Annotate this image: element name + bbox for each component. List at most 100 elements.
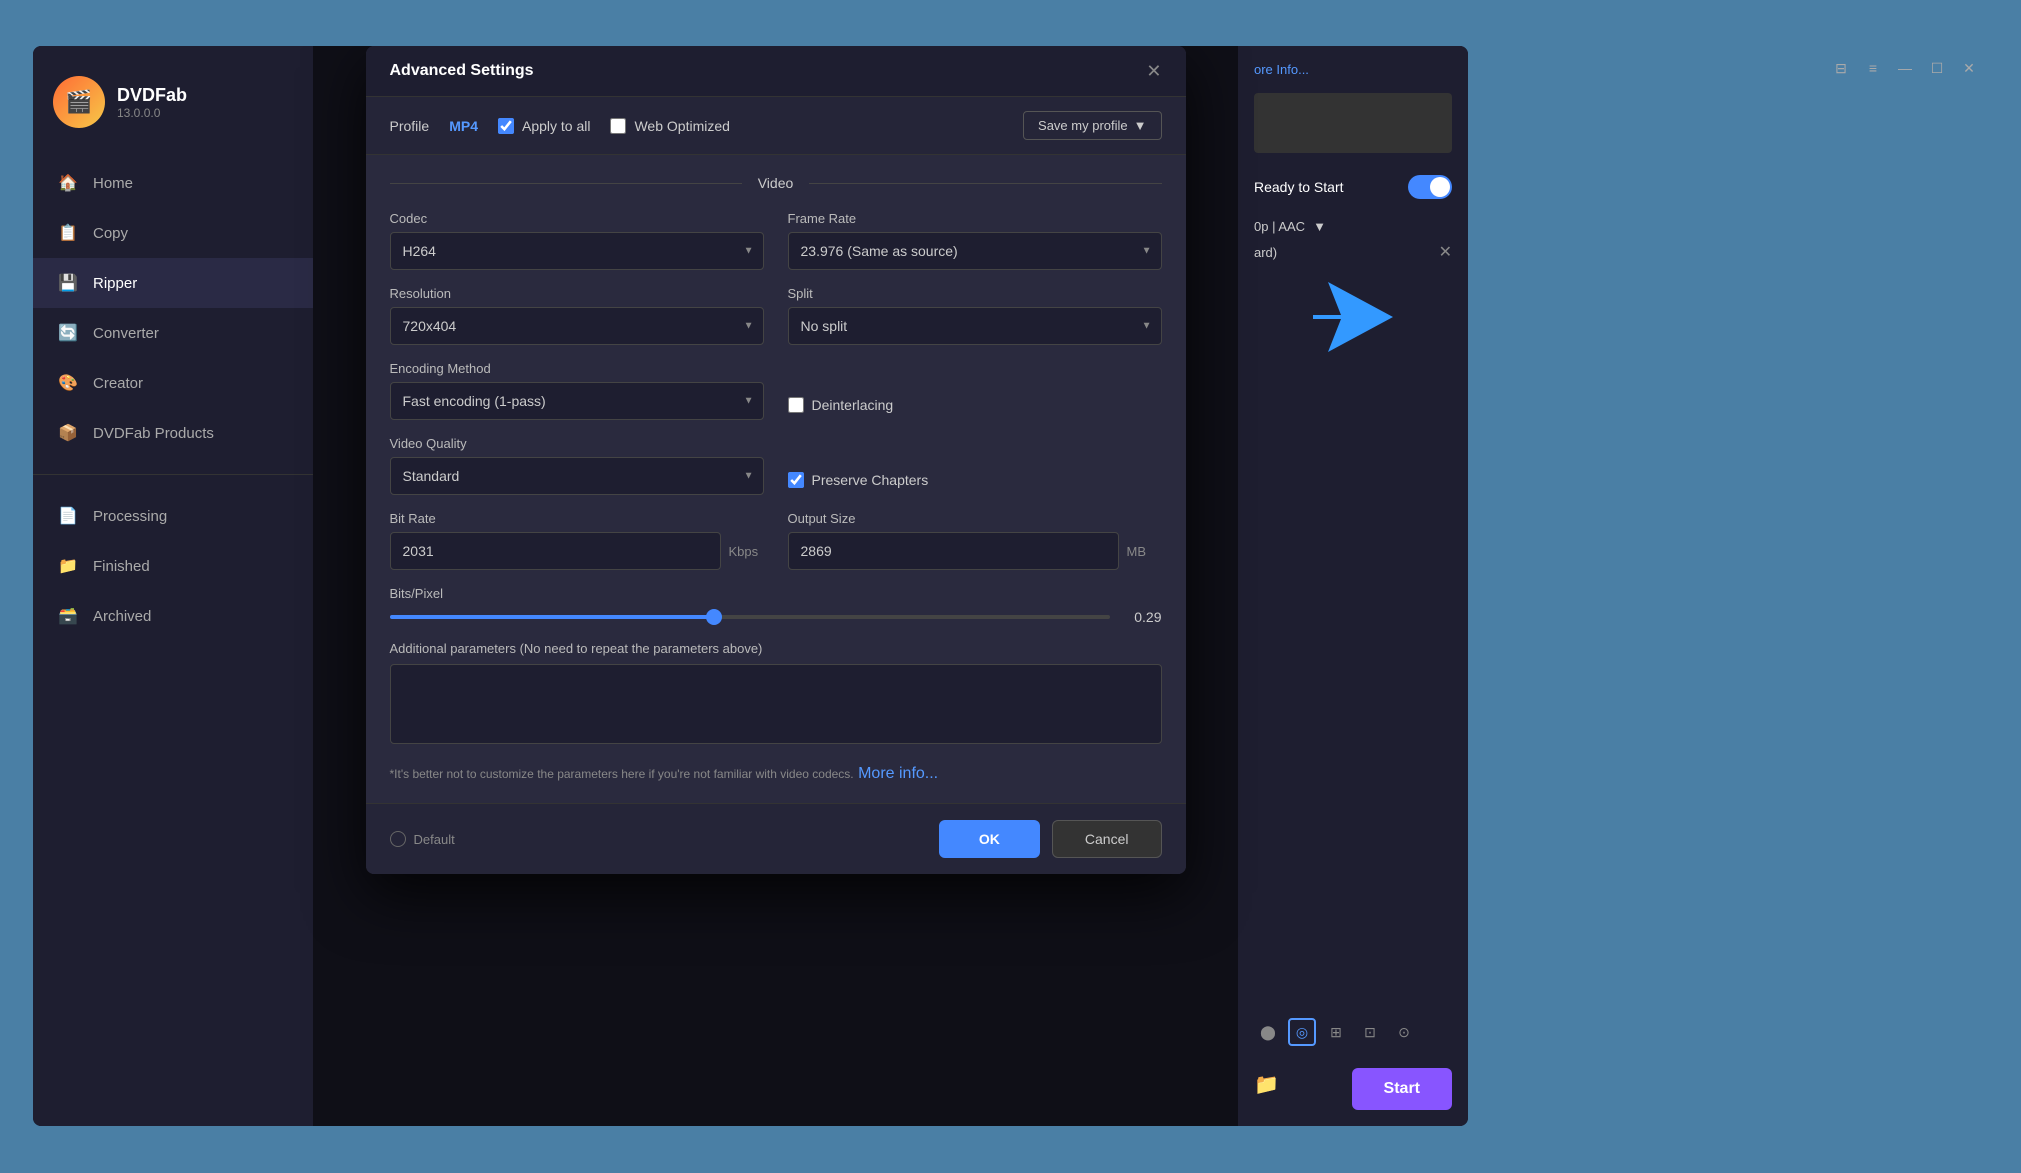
- more-info-link[interactable]: More info...: [858, 765, 938, 782]
- encoding-method-select-wrapper: Fast encoding (1-pass) High quality (2-p…: [390, 382, 764, 420]
- bit-rate-input-group: Kbps: [390, 532, 764, 570]
- right-panel: ore Info... Ready to Start 0p | AAC ▼ ar…: [1238, 46, 1468, 1126]
- settings-icon-tool[interactable]: ⊙: [1390, 1018, 1418, 1046]
- profile-label: Profile: [390, 118, 430, 134]
- sidebar-item-label-copy: Copy: [93, 225, 128, 242]
- profile-dropdown-icon[interactable]: ▼: [1313, 219, 1326, 234]
- taskbar-button[interactable]: ⊟: [1829, 56, 1853, 80]
- web-optimized-label[interactable]: Web Optimized: [634, 118, 729, 134]
- web-optimized-group: Web Optimized: [610, 118, 729, 134]
- sidebar-item-ripper[interactable]: 💾 Ripper: [33, 258, 313, 308]
- output-size-unit: MB: [1127, 544, 1162, 559]
- ready-to-start-toggle[interactable]: [1408, 175, 1452, 199]
- video-quality-label: Video Quality: [390, 436, 764, 451]
- icon-toolbar: ⬤ ◎ ⊞ ⊡ ⊙: [1254, 1018, 1452, 1046]
- record-icon-tool[interactable]: ⬤: [1254, 1018, 1282, 1046]
- archived-icon: 🗃️: [57, 605, 79, 627]
- bits-pixel-slider-row: 0.29: [390, 609, 1162, 625]
- bits-pixel-slider[interactable]: [390, 615, 1110, 619]
- home-icon: 🏠: [57, 172, 79, 194]
- advanced-settings-dialog: Advanced Settings ✕ Profile MP4 Apply to…: [366, 46, 1186, 874]
- web-optimized-checkbox[interactable]: [610, 118, 626, 134]
- deinterlacing-label[interactable]: Deinterlacing: [812, 397, 894, 413]
- video-quality-field: Video Quality Standard High Low: [390, 436, 764, 495]
- sidebar-item-home[interactable]: 🏠 Home: [33, 158, 313, 208]
- preserve-chapters-label[interactable]: Preserve Chapters: [812, 472, 929, 488]
- sidebar-item-dvdfab-products[interactable]: 📦 DVDFab Products: [33, 408, 313, 458]
- more-info-panel-link[interactable]: ore Info...: [1254, 62, 1452, 77]
- sidebar: 🎬 DVDFab 13.0.0.0 🏠 Home 📋 Copy 💾 Ripper…: [33, 46, 313, 1126]
- resolution-split-row: Resolution 720x404 1280x720 1920x1080: [390, 286, 1162, 345]
- maximize-button[interactable]: ☐: [1925, 56, 1949, 80]
- frame-rate-field: Frame Rate 23.976 (Same as source) 24 25…: [788, 211, 1162, 270]
- default-button[interactable]: Default: [390, 831, 455, 847]
- info-text-static: *It's better not to customize the parame…: [390, 767, 854, 781]
- save-profile-dropdown-icon: ▼: [1134, 118, 1147, 133]
- sidebar-item-archived[interactable]: 🗃️ Archived: [33, 591, 313, 641]
- save-profile-label: Save my profile: [1038, 118, 1128, 133]
- sidebar-item-label-processing: Processing: [93, 508, 167, 525]
- sidebar-item-label-finished: Finished: [93, 558, 150, 575]
- save-profile-button[interactable]: Save my profile ▼: [1023, 111, 1161, 140]
- sidebar-item-creator[interactable]: 🎨 Creator: [33, 358, 313, 408]
- bit-rate-unit: Kbps: [729, 544, 764, 559]
- frame-rate-select-wrapper: 23.976 (Same as source) 24 25 30: [788, 232, 1162, 270]
- output-size-input[interactable]: [788, 532, 1119, 570]
- dialog-title: Advanced Settings: [390, 62, 534, 80]
- cancel-button[interactable]: Cancel: [1052, 820, 1162, 858]
- sidebar-item-converter[interactable]: 🔄 Converter: [33, 308, 313, 358]
- processing-icon: 📄: [57, 505, 79, 527]
- video-quality-select[interactable]: Standard High Low: [390, 457, 764, 495]
- bottom-controls: ⬤ ◎ ⊞ ⊡ ⊙ 📁 Start: [1254, 1018, 1452, 1110]
- video-section-label: Video: [742, 175, 810, 191]
- logo-area: 🎬 DVDFab 13.0.0.0: [33, 66, 313, 158]
- more-info-panel-label: ore Info...: [1254, 62, 1309, 77]
- encoding-display: ard): [1254, 245, 1277, 260]
- sidebar-item-label-ripper: Ripper: [93, 275, 137, 292]
- folder-button[interactable]: 📁: [1254, 1072, 1279, 1097]
- frame-rate-label: Frame Rate: [788, 211, 1162, 226]
- divider-right: [809, 183, 1161, 184]
- deinterlacing-checkbox[interactable]: [788, 397, 804, 413]
- encoding-close-button[interactable]: ✕: [1439, 242, 1452, 262]
- sidebar-item-label-archived: Archived: [93, 608, 151, 625]
- quality-chapters-row: Video Quality Standard High Low: [390, 436, 1162, 495]
- bit-rate-input[interactable]: [390, 532, 721, 570]
- codec-select[interactable]: H264 H265 MPEG4: [390, 232, 764, 270]
- preserve-chapters-checkbox[interactable]: [788, 472, 804, 488]
- preserve-chapters-field: Preserve Chapters: [788, 436, 1162, 495]
- sidebar-item-copy[interactable]: 📋 Copy: [33, 208, 313, 258]
- video-thumbnail: [1254, 93, 1452, 153]
- modal-overlay: Advanced Settings ✕ Profile MP4 Apply to…: [313, 46, 1238, 1126]
- split-select-wrapper: No split By size By time: [788, 307, 1162, 345]
- additional-params-section: Additional parameters (No need to repeat…: [390, 641, 1162, 749]
- additional-params-textarea[interactable]: [390, 664, 1162, 744]
- minimize-button[interactable]: —: [1893, 56, 1917, 80]
- encoding-method-select[interactable]: Fast encoding (1-pass) High quality (2-p…: [390, 382, 764, 420]
- menu-button[interactable]: ≡: [1861, 56, 1885, 80]
- apply-to-all-label[interactable]: Apply to all: [522, 118, 590, 134]
- chapters2-icon-tool[interactable]: ⊡: [1356, 1018, 1384, 1046]
- apply-to-all-group: Apply to all: [498, 118, 590, 134]
- dialog-body: Video Codec H264 H265: [366, 155, 1186, 803]
- codec-field: Codec H264 H265 MPEG4: [390, 211, 764, 270]
- sidebar-item-processing[interactable]: 📄 Processing: [33, 491, 313, 541]
- codec-framerate-row: Codec H264 H265 MPEG4: [390, 211, 1162, 270]
- app-version: 13.0.0.0: [117, 106, 187, 120]
- start-button[interactable]: Start: [1352, 1068, 1452, 1110]
- chapters-icon-tool[interactable]: ⊞: [1322, 1018, 1350, 1046]
- dialog-close-button[interactable]: ✕: [1146, 62, 1161, 80]
- profile-display-value: 0p | AAC: [1254, 219, 1305, 234]
- bit-rate-field: Bit Rate Kbps: [390, 511, 764, 570]
- finished-icon: 📁: [57, 555, 79, 577]
- ok-button[interactable]: OK: [939, 820, 1040, 858]
- close-button[interactable]: ✕: [1957, 56, 1981, 80]
- ready-to-start-row: Ready to Start: [1254, 175, 1452, 199]
- frame-rate-select[interactable]: 23.976 (Same as source) 24 25 30: [788, 232, 1162, 270]
- disc-icon-tool[interactable]: ◎: [1288, 1018, 1316, 1046]
- resolution-select[interactable]: 720x404 1280x720 1920x1080: [390, 307, 764, 345]
- split-select[interactable]: No split By size By time: [788, 307, 1162, 345]
- sidebar-item-finished[interactable]: 📁 Finished: [33, 541, 313, 591]
- apply-to-all-checkbox[interactable]: [498, 118, 514, 134]
- resolution-select-wrapper: 720x404 1280x720 1920x1080: [390, 307, 764, 345]
